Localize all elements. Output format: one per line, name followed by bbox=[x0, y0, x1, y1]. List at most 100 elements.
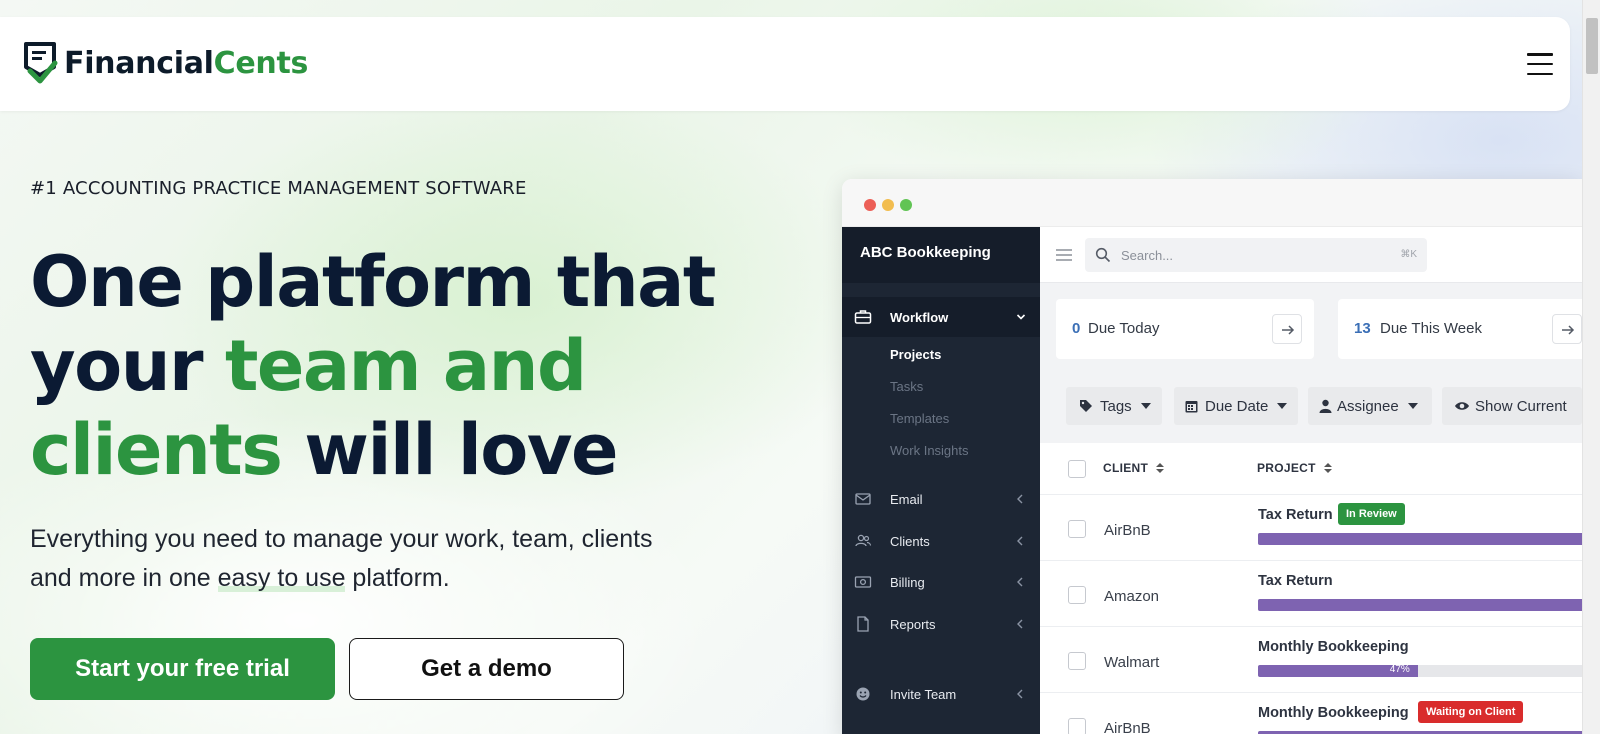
sidebar-item-label: Reports bbox=[890, 616, 936, 632]
sidebar-item-invite-team[interactable]: Invite Team bbox=[842, 680, 1040, 708]
app-preview-window: ABC Bookkeeping Workflow Projects Tasks … bbox=[842, 179, 1582, 734]
table-row[interactable]: Amazon Tax Return bbox=[1040, 560, 1582, 626]
app-main: Search... ⌘K 0 Due Today 13 Due This Wee… bbox=[1040, 227, 1582, 734]
due-today-label: Due Today bbox=[1088, 320, 1160, 337]
row-project: Tax Return bbox=[1258, 507, 1333, 523]
due-today-arrow-button[interactable] bbox=[1272, 314, 1302, 344]
sort-icon bbox=[1323, 463, 1332, 473]
filter-show-current[interactable]: Show Current bbox=[1442, 387, 1582, 425]
table-row[interactable]: AirBnB Monthly Bookkeeping Waiting on Cl… bbox=[1040, 692, 1582, 734]
due-this-week-arrow-button[interactable] bbox=[1552, 314, 1582, 344]
row-checkbox[interactable] bbox=[1068, 718, 1086, 734]
due-this-week-count: 13 bbox=[1354, 320, 1371, 337]
due-this-week-label: Due This Week bbox=[1380, 320, 1482, 337]
table-row[interactable]: Walmart Monthly Bookkeeping 47% bbox=[1040, 626, 1582, 692]
chevron-left-icon bbox=[1017, 494, 1023, 504]
hero-subtext: Everything you need to manage your work,… bbox=[30, 525, 653, 592]
filter-label: Due Date bbox=[1205, 397, 1269, 415]
user-icon bbox=[1319, 399, 1332, 413]
window-maximize-dot bbox=[900, 199, 912, 211]
sidebar-subitem-work-insights[interactable]: Work Insights bbox=[890, 443, 969, 458]
sidebar-item-label: Billing bbox=[890, 574, 925, 590]
search-input[interactable]: Search... ⌘K bbox=[1085, 238, 1427, 272]
filter-label: Tags bbox=[1100, 397, 1132, 415]
envelope-icon bbox=[855, 493, 871, 505]
window-close-dot bbox=[864, 199, 876, 211]
money-icon bbox=[854, 576, 872, 588]
row-checkbox[interactable] bbox=[1068, 520, 1086, 538]
hamburger-menu-icon[interactable] bbox=[1527, 53, 1553, 75]
org-name: ABC Bookkeeping bbox=[842, 227, 1040, 283]
app-sidebar: ABC Bookkeeping Workflow Projects Tasks … bbox=[842, 227, 1040, 734]
sidebar-item-label: Clients bbox=[890, 533, 930, 549]
menu-icon[interactable] bbox=[1056, 249, 1072, 261]
select-all-checkbox[interactable] bbox=[1068, 460, 1086, 478]
arrow-right-icon bbox=[1562, 325, 1575, 335]
hero-eyebrow: #1 ACCOUNTING PRACTICE MANAGEMENT SOFTWA… bbox=[30, 178, 527, 199]
sidebar-item-label: Workflow bbox=[890, 309, 949, 325]
progress-bar bbox=[1258, 533, 1582, 545]
progress-fill bbox=[1258, 599, 1582, 611]
sidebar-subitem-projects[interactable]: Projects bbox=[890, 347, 941, 362]
window-minimize-dot bbox=[882, 199, 894, 211]
row-project: Tax Return bbox=[1258, 573, 1333, 589]
chevron-down-icon bbox=[1016, 314, 1026, 320]
sidebar-item-label: Invite Team bbox=[890, 686, 957, 702]
column-header-project[interactable]: PROJECT bbox=[1257, 461, 1332, 475]
sidebar-subitem-tasks[interactable]: Tasks bbox=[890, 379, 923, 394]
tag-icon bbox=[1080, 400, 1092, 412]
table-row[interactable]: AirBnB Tax Return In Review bbox=[1040, 494, 1582, 560]
calendar-icon bbox=[1185, 401, 1198, 413]
row-client: AirBnB bbox=[1104, 522, 1151, 539]
progress-bar bbox=[1258, 599, 1582, 611]
site-header: FinancialCents bbox=[0, 17, 1570, 111]
due-today-card[interactable]: 0 Due Today bbox=[1056, 299, 1314, 359]
search-placeholder: Search... bbox=[1121, 248, 1174, 263]
brand-logo[interactable]: FinancialCents bbox=[22, 41, 308, 85]
caret-down-icon bbox=[1407, 403, 1418, 409]
projects-table: CLIENT PROJECT AirBnB Tax Return In Revi… bbox=[1040, 443, 1582, 734]
get-demo-button[interactable]: Get a demo bbox=[349, 638, 624, 700]
app-topbar: Search... ⌘K bbox=[1040, 227, 1582, 283]
column-header-client[interactable]: CLIENT bbox=[1103, 461, 1165, 475]
progress-fill bbox=[1258, 533, 1582, 545]
row-project: Monthly Bookkeeping bbox=[1258, 705, 1409, 721]
due-this-week-card[interactable]: 13 Due This Week bbox=[1338, 299, 1582, 359]
search-icon bbox=[1095, 247, 1111, 263]
eye-icon bbox=[1455, 402, 1469, 410]
caret-down-icon bbox=[1277, 403, 1288, 409]
users-icon bbox=[855, 534, 872, 547]
row-client: Amazon bbox=[1104, 588, 1160, 605]
due-today-count: 0 bbox=[1072, 320, 1081, 337]
filter-label: Assignee bbox=[1337, 397, 1399, 415]
row-client: AirBnB bbox=[1104, 720, 1151, 734]
row-checkbox[interactable] bbox=[1068, 652, 1086, 670]
sidebar-item-email[interactable]: Email bbox=[842, 485, 1040, 513]
status-badge: Waiting on Client bbox=[1418, 701, 1524, 723]
scrollbar-thumb[interactable] bbox=[1586, 18, 1598, 74]
row-checkbox[interactable] bbox=[1068, 586, 1086, 604]
sidebar-item-billing[interactable]: Billing bbox=[842, 568, 1040, 596]
sidebar-subitem-templates[interactable]: Templates bbox=[890, 411, 949, 426]
brand-name: FinancialCents bbox=[64, 45, 309, 81]
sidebar-item-workflow[interactable]: Workflow bbox=[842, 297, 1040, 337]
start-free-trial-button[interactable]: Start your free trial bbox=[30, 638, 335, 700]
sidebar-item-reports[interactable]: Reports bbox=[842, 610, 1040, 638]
status-badge: In Review bbox=[1338, 503, 1405, 525]
progress-bar: 47% bbox=[1258, 665, 1582, 677]
chevron-left-icon bbox=[1017, 536, 1023, 546]
search-shortcut: ⌘K bbox=[1400, 249, 1417, 260]
progress-label: 47% bbox=[1389, 665, 1410, 675]
filter-tags[interactable]: Tags bbox=[1066, 387, 1162, 425]
logo-mark-icon bbox=[24, 42, 58, 84]
sidebar-item-clients[interactable]: Clients bbox=[842, 527, 1040, 555]
page-scrollbar[interactable] bbox=[1582, 0, 1600, 734]
chevron-left-icon bbox=[1017, 577, 1023, 587]
hero-headline: One platform that your team and clients … bbox=[30, 241, 716, 491]
sort-icon bbox=[1156, 463, 1165, 473]
filter-assignee[interactable]: Assignee bbox=[1308, 387, 1432, 425]
arrow-right-icon bbox=[1282, 325, 1295, 335]
smile-icon bbox=[856, 687, 870, 701]
filter-due-date[interactable]: Due Date bbox=[1174, 387, 1298, 425]
file-icon bbox=[857, 616, 869, 632]
